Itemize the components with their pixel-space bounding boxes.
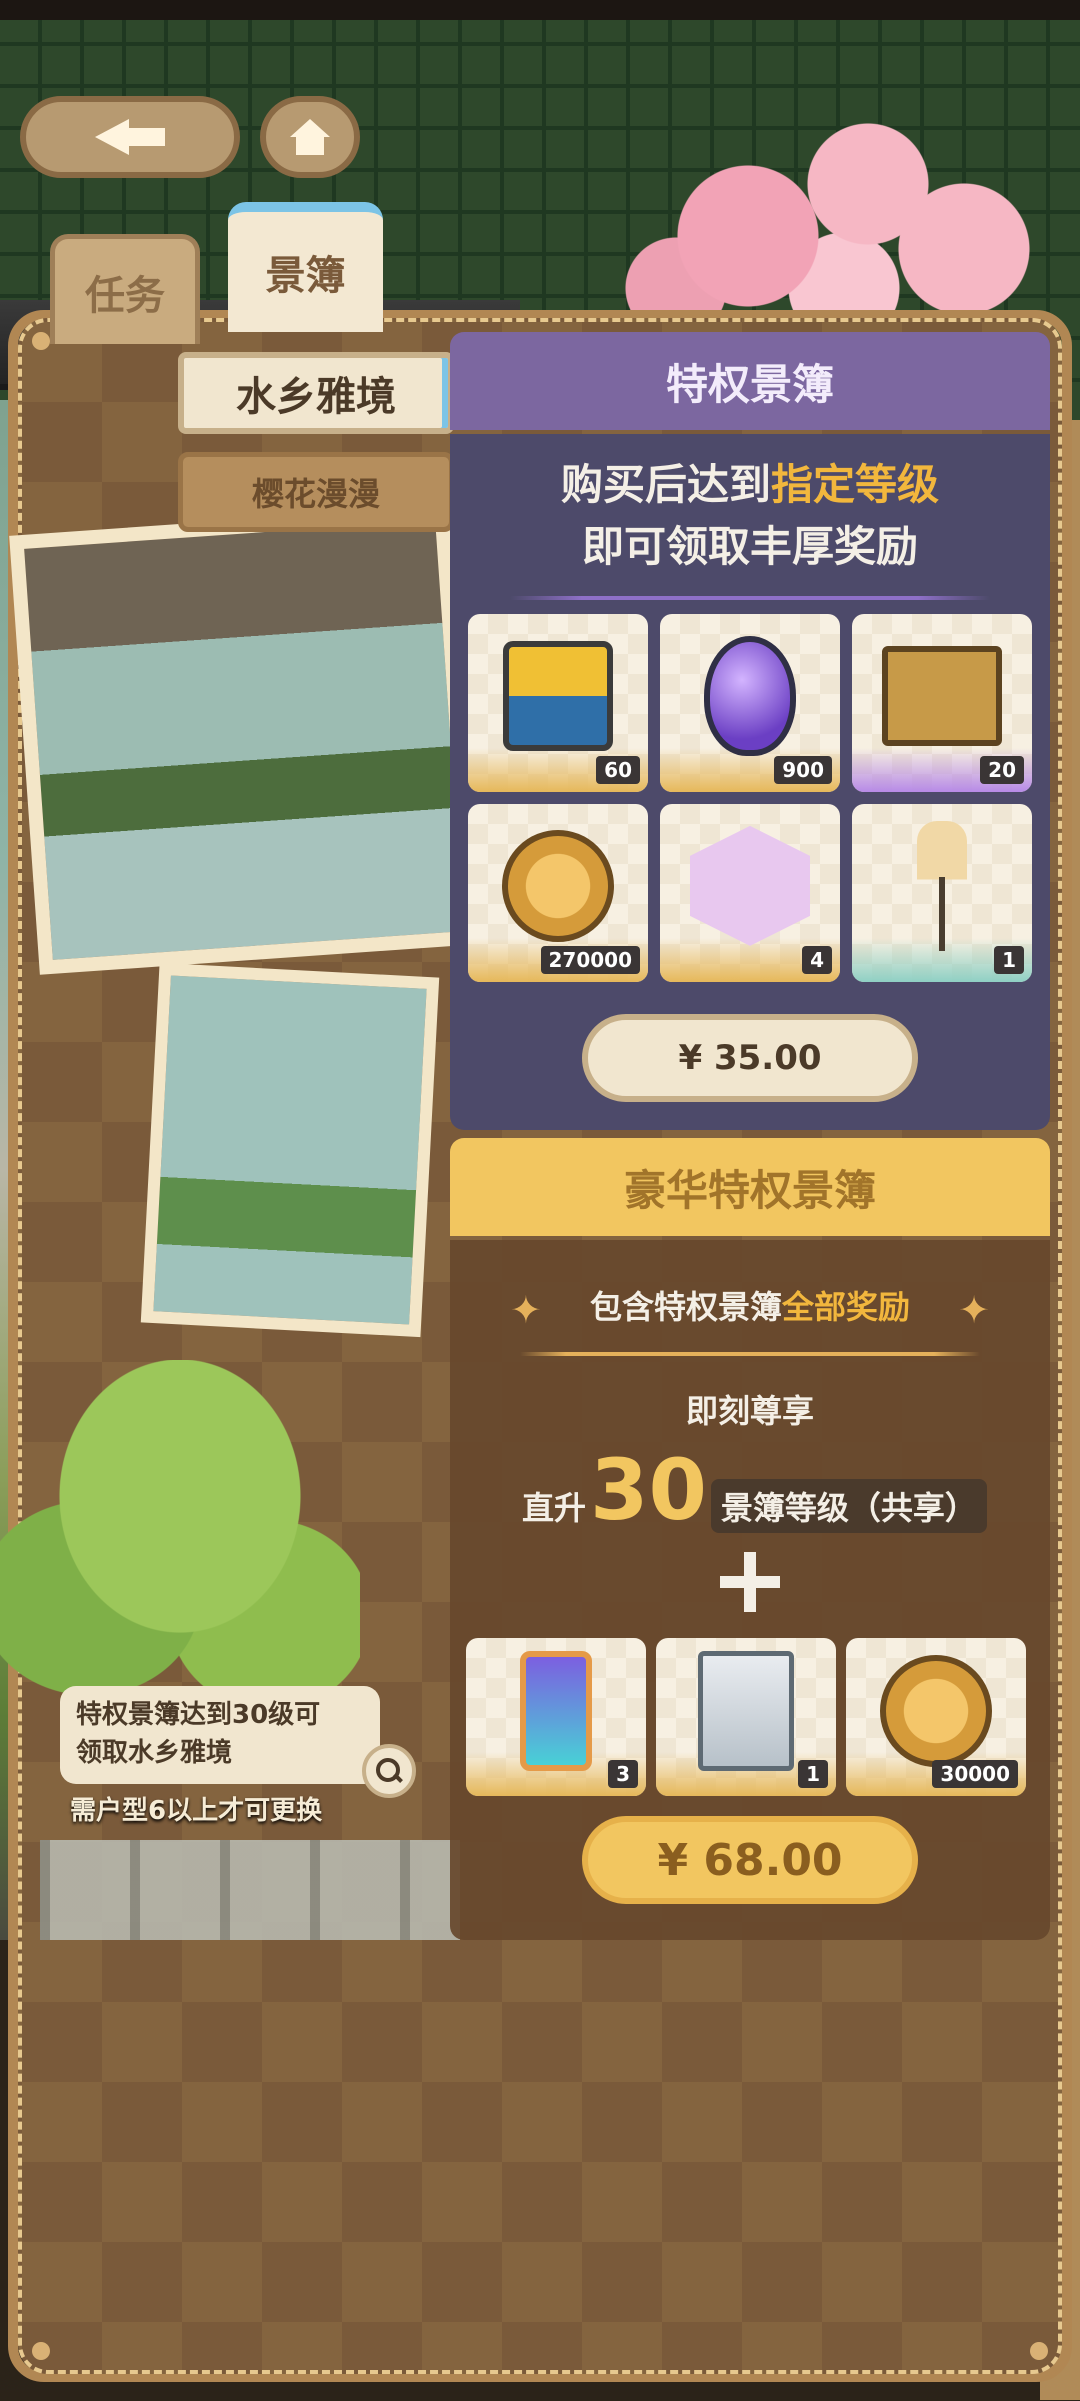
back-button[interactable] <box>20 96 240 178</box>
reward-qty: 4 <box>802 946 832 974</box>
deluxe-level-boost: 直升 30 景簿等级（共享） <box>522 1440 987 1540</box>
reward-item[interactable]: 1 <box>656 1638 836 1796</box>
gold-coin-icon <box>502 829 614 942</box>
privilege-description: 购买后达到指定等级 即可领取丰厚奖励 <box>450 454 1050 578</box>
deluxe-now-label: 即刻尊享 <box>685 1392 814 1430</box>
search-icon <box>376 1758 402 1784</box>
deluxe-header: 豪华特权景簿 <box>450 1138 1050 1236</box>
divider <box>520 1352 980 1356</box>
reward-item[interactable]: 1 <box>852 804 1032 982</box>
deluxe-reward-grid: 3 1 30000 <box>466 1638 1026 1796</box>
plus-icon <box>720 1552 780 1612</box>
reward-item[interactable]: 4 <box>660 804 840 982</box>
reward-item[interactable]: 60 <box>468 614 648 792</box>
sub-highlight: 全部奖励 <box>782 1288 911 1326</box>
golden-book-icon <box>882 645 1002 746</box>
reward-qty: 3 <box>608 1760 638 1788</box>
desc-highlight: 指定等级 <box>771 460 940 509</box>
frame-corner-dot <box>32 2342 50 2360</box>
reward-item[interactable]: 270000 <box>468 804 648 982</box>
buy-deluxe-button[interactable]: ¥ 68.00 <box>582 1816 918 1904</box>
scenery-photo-1 <box>9 505 479 975</box>
reward-item[interactable]: 3 <box>466 1638 646 1796</box>
scenery-subtitle-button[interactable]: 樱花漫漫 <box>178 452 454 532</box>
cherry-blossom-tree <box>580 80 1060 340</box>
reward-qty: 270000 <box>540 946 640 974</box>
cart-stall-icon <box>698 1650 794 1771</box>
background-fence <box>40 1840 460 1940</box>
tab-album[interactable]: 景簿 <box>228 202 383 332</box>
preview-button[interactable] <box>362 1744 416 1798</box>
privilege-reward-grid: 60 900 20 270000 4 1 <box>468 614 1032 982</box>
scenery-photo-2 <box>140 962 440 1338</box>
hint-line-1: 特权景簿达到30级可 <box>76 1700 321 1730</box>
reward-qty: 1 <box>798 1760 828 1788</box>
sub-text: 包含特权景簿 <box>589 1288 782 1326</box>
tab-task[interactable]: 任务 <box>50 234 200 344</box>
privilege-header: 特权景簿 <box>450 332 1050 430</box>
willow-tree <box>0 1360 360 1700</box>
reward-item[interactable]: 30000 <box>846 1638 1026 1796</box>
phone-card-icon <box>520 1650 592 1771</box>
sparkle-icon: ✦ <box>958 1288 990 1332</box>
ticket-card-icon <box>503 640 613 751</box>
hint-line-2: 领取水乡雅境 <box>76 1738 233 1768</box>
purple-egg-icon <box>704 635 796 756</box>
reward-qty: 900 <box>774 756 832 784</box>
reward-item[interactable]: 20 <box>852 614 1032 792</box>
reward-qty: 60 <box>596 756 640 784</box>
reward-qty: 20 <box>980 756 1024 784</box>
level-suffix: 景簿等级（共享） <box>710 1479 987 1533</box>
reward-qty: 1 <box>994 946 1024 974</box>
desc-line-2: 即可领取丰厚奖励 <box>581 522 918 571</box>
frame-corner-dot <box>1030 2342 1048 2360</box>
level-number: 30 <box>590 1441 707 1539</box>
lamp-post-icon <box>917 820 967 951</box>
deluxe-panel: ✦ 包含特权景簿全部奖励 ✦ 即刻尊享 直升 30 景簿等级（共享） 3 1 3… <box>450 1240 1050 1940</box>
unlock-hint: 特权景簿达到30级可 领取水乡雅境 <box>60 1686 380 1784</box>
privilege-panel: 购买后达到指定等级 即可领取丰厚奖励 60 900 20 270000 4 1 … <box>450 434 1050 1130</box>
house-icon <box>290 119 330 155</box>
hexagon-crystal-icon <box>690 825 810 946</box>
scenery-title[interactable]: 水乡雅境 <box>178 352 454 434</box>
frame-corner-dot <box>32 332 50 350</box>
buy-privilege-button[interactable]: ¥ 35.00 <box>582 1014 918 1102</box>
arrow-left-icon <box>95 119 165 155</box>
home-button[interactable] <box>260 96 360 178</box>
desc-text: 购买后达到 <box>560 460 771 509</box>
level-prefix: 直升 <box>522 1489 587 1527</box>
divider <box>510 596 990 600</box>
house-requirement-note: 需户型6以上才可更换 <box>70 1796 323 1826</box>
reward-item[interactable]: 900 <box>660 614 840 792</box>
gold-coin-icon <box>880 1654 992 1767</box>
reward-qty: 30000 <box>932 1760 1018 1788</box>
